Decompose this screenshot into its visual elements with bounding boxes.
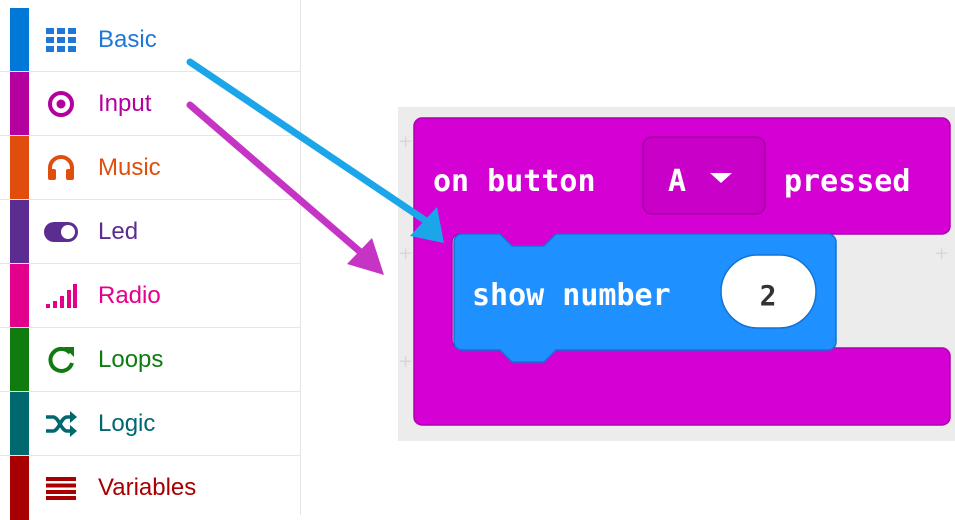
category-stripe <box>10 200 29 263</box>
category-label-radio: Radio <box>98 282 161 309</box>
signal-icon <box>44 280 78 312</box>
category-label-music: Music <box>98 154 161 181</box>
show-number-label: show number <box>472 278 671 313</box>
event-prefix-text: on button <box>433 164 596 199</box>
category-basic[interactable]: Basic <box>0 8 300 72</box>
headphones-icon <box>44 152 78 184</box>
category-stripe <box>10 456 29 520</box>
category-music[interactable]: Music <box>0 136 300 200</box>
shuffle-icon <box>44 408 78 440</box>
category-label-loops: Loops <box>98 346 164 373</box>
button-dropdown[interactable] <box>642 136 766 215</box>
category-label-led: Led <box>98 218 139 245</box>
target-icon <box>44 88 78 120</box>
list-icon <box>44 472 78 504</box>
category-stripe <box>10 328 29 391</box>
refresh-icon <box>44 344 78 376</box>
category-stripe <box>10 136 29 199</box>
category-label-basic: Basic <box>98 26 157 53</box>
category-radio[interactable]: Radio <box>0 264 300 328</box>
number-value: 2 <box>760 279 777 312</box>
grid-icon <box>44 24 78 56</box>
dropdown-value: A <box>668 164 686 199</box>
category-loops[interactable]: Loops <box>0 328 300 392</box>
event-suffix-text: pressed <box>784 164 910 199</box>
category-label-logic: Logic <box>98 410 156 437</box>
category-logic[interactable]: Logic <box>0 392 300 456</box>
category-label-input: Input <box>98 90 152 117</box>
category-stripe <box>10 264 29 327</box>
toolbox: Basic Input Music Led Radio Loops Logic … <box>0 0 301 520</box>
category-stripe <box>10 8 29 71</box>
toggle-icon <box>44 216 78 248</box>
category-stripe <box>10 72 29 135</box>
category-stripe <box>10 392 29 455</box>
block-workspace[interactable]: + + + + on button A pressed show number … <box>398 107 955 441</box>
category-label-variables: Variables <box>98 474 197 501</box>
category-variables[interactable]: Variables <box>0 456 300 520</box>
category-led[interactable]: Led <box>0 200 300 264</box>
category-input[interactable]: Input <box>0 72 300 136</box>
